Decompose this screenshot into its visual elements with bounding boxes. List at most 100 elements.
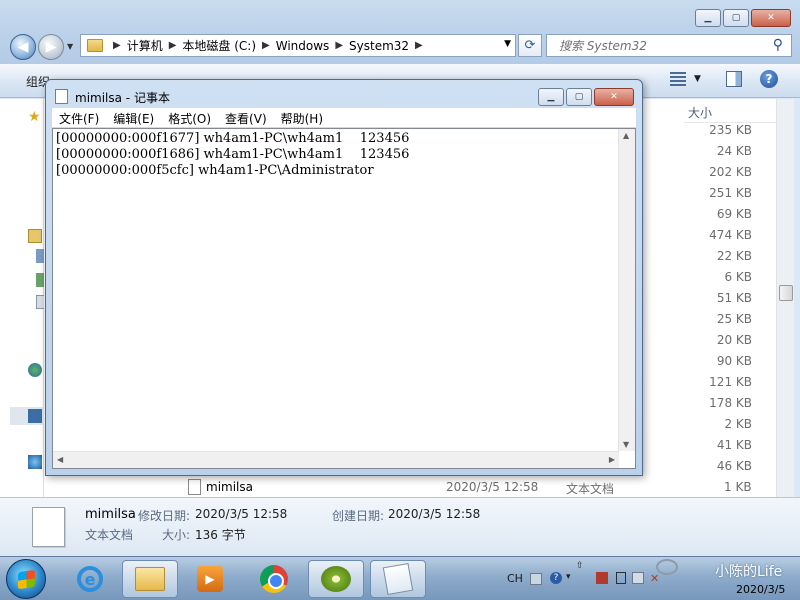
start-button[interactable] xyxy=(6,559,46,599)
taskbar-ie[interactable]: e xyxy=(62,560,118,598)
minimize-button[interactable]: ▁ xyxy=(538,88,564,106)
view-options-icon[interactable] xyxy=(670,72,686,86)
favorites-star-icon[interactable]: ★ xyxy=(28,109,42,125)
maximize-button[interactable]: ▢ xyxy=(566,88,592,106)
notepad-window: mimilsa - 记事本 ▁ ▢ ✕ 文件(F) 编辑(E) 格式(O) 查看… xyxy=(45,79,643,476)
scroll-left-icon[interactable]: ◀ xyxy=(57,455,63,464)
clock-date[interactable]: 2020/3/5 xyxy=(736,583,785,596)
refresh-button[interactable]: ⟳ xyxy=(518,34,542,57)
file-size: 1 KB xyxy=(724,480,752,494)
scroll-right-icon[interactable]: ▶ xyxy=(609,455,615,464)
tray-arrow-icon[interactable]: ▾ xyxy=(566,572,578,584)
breadcrumb-windows[interactable]: Windows xyxy=(276,39,330,53)
size-cell: 69 KB xyxy=(716,207,752,221)
help-icon[interactable]: ? xyxy=(550,572,562,584)
chevron-down-icon[interactable]: ▼ xyxy=(694,74,701,84)
notepad-content[interactable]: [00000000:000f1677] wh4am1-PC\wh4am1 123… xyxy=(56,131,409,179)
action-center-icon[interactable] xyxy=(596,572,608,584)
navigation-pane: ★ xyxy=(0,99,50,497)
vertical-scrollbar[interactable] xyxy=(776,99,794,497)
network-icon[interactable] xyxy=(632,572,644,584)
size-cell: 51 KB xyxy=(716,291,752,305)
maximize-button[interactable]: ▢ xyxy=(723,9,749,27)
size-cell: 251 KB xyxy=(709,186,752,200)
scroll-up-icon[interactable]: ▲ xyxy=(623,131,629,140)
menu-help[interactable]: 帮助(H) xyxy=(274,108,330,127)
close-button[interactable]: ✕ xyxy=(594,88,634,106)
menu-edit[interactable]: 编辑(E) xyxy=(106,108,161,127)
close-button[interactable]: ✕ xyxy=(751,9,791,27)
library-icon[interactable] xyxy=(28,229,42,243)
language-indicator[interactable]: CH xyxy=(507,572,523,585)
keyboard-icon[interactable] xyxy=(530,573,542,585)
taskbar: e ▶ CH ? ▾ ⇧ ✕ 小陈的Life 2020/3/5 xyxy=(0,556,800,600)
folder-icon xyxy=(135,567,165,591)
internet-explorer-icon: e xyxy=(77,566,103,592)
computer-icon[interactable] xyxy=(28,409,42,423)
size-cell: 121 KB xyxy=(709,375,752,389)
size-cell: 24 KB xyxy=(716,144,752,158)
forward-button[interactable]: ▶ xyxy=(38,34,64,60)
scroll-down-icon[interactable]: ▼ xyxy=(623,440,629,449)
taskbar-chrome[interactable] xyxy=(246,560,302,598)
size-cell: 20 KB xyxy=(716,333,752,347)
notepad-horizontal-scrollbar[interactable]: ◀ ▶ xyxy=(53,451,619,468)
breadcrumb-computer[interactable]: 计算机 xyxy=(127,37,163,54)
preview-pane-icon[interactable] xyxy=(726,71,742,87)
details-file-name: mimilsa xyxy=(85,507,136,522)
search-placeholder: 搜索 System32 xyxy=(559,39,647,53)
battery-icon[interactable] xyxy=(616,572,626,584)
search-input[interactable]: 搜索 System32 ⚲ xyxy=(546,34,792,57)
size-cell: 46 KB xyxy=(716,459,752,473)
chevron-right-icon[interactable]: ▶ xyxy=(262,40,270,51)
notepad-title: mimilsa - 记事本 xyxy=(75,91,170,105)
recent-pages-dropdown-icon[interactable]: ▼ xyxy=(67,42,73,51)
chevron-right-icon[interactable]: ▶ xyxy=(169,40,177,51)
menu-format[interactable]: 格式(O) xyxy=(161,108,218,127)
back-button[interactable]: ◀ xyxy=(10,34,36,60)
network-icon[interactable] xyxy=(28,455,42,469)
breadcrumb-system32[interactable]: System32 xyxy=(349,39,409,53)
text-file-icon xyxy=(188,479,201,495)
chevron-down-icon[interactable]: ▼ xyxy=(504,39,511,49)
text-line: [00000000:000f1677] wh4am1-PC\wh4am1 123… xyxy=(56,131,410,146)
size-cell: 178 KB xyxy=(709,396,752,410)
input-options-icon[interactable]: ⇧ xyxy=(576,561,588,573)
clock-time[interactable]: 小陈的Life xyxy=(715,561,782,581)
notepad-icon xyxy=(382,562,414,596)
notepad-vertical-scrollbar[interactable]: ▲ ▼ xyxy=(618,129,635,451)
chrome-icon xyxy=(260,565,288,593)
folder-icon xyxy=(87,39,103,52)
chevron-right-icon[interactable]: ▶ xyxy=(415,40,423,51)
notepad-text-area[interactable]: [00000000:000f1677] wh4am1-PC\wh4am1 123… xyxy=(52,128,636,469)
details-modified-label: 修改日期: xyxy=(138,509,191,523)
menu-view[interactable]: 查看(V) xyxy=(218,108,274,127)
chevron-right-icon[interactable]: ▶ xyxy=(113,40,121,51)
kiwi-icon xyxy=(321,566,351,592)
minimize-button[interactable]: ▁ xyxy=(695,9,721,27)
breadcrumb-local-disk[interactable]: 本地磁盘 (C:) xyxy=(182,37,256,54)
taskbar-explorer[interactable] xyxy=(122,560,178,598)
text-line: [00000000:000f1686] wh4am1-PC\wh4am1 123… xyxy=(56,147,410,162)
file-name: mimilsa xyxy=(206,480,253,494)
chevron-right-icon[interactable]: ▶ xyxy=(335,40,343,51)
homegroup-icon[interactable] xyxy=(28,363,42,377)
text-line: [00000000:000f5cfc] wh4am1-PC\Administra… xyxy=(56,163,374,178)
file-row-mimilsa[interactable]: mimilsa 2020/3/5 12:58 文本文档 1 KB xyxy=(184,478,758,497)
explorer-window-controls: ▁ ▢ ✕ xyxy=(693,9,791,27)
file-type: 文本文档 xyxy=(566,482,615,496)
windows-logo-icon xyxy=(18,569,35,590)
details-created-label: 创建日期: xyxy=(332,509,385,523)
scrollbar-thumb[interactable] xyxy=(779,285,793,301)
volume-muted-icon[interactable]: ✕ xyxy=(650,572,662,585)
size-cell: 22 KB xyxy=(716,249,752,263)
size-cell: 235 KB xyxy=(709,123,752,137)
help-icon[interactable]: ? xyxy=(760,70,778,88)
address-bar[interactable]: ▶ 计算机 ▶ 本地磁盘 (C:) ▶ Windows ▶ System32 ▶… xyxy=(80,34,516,57)
taskbar-notepad[interactable] xyxy=(370,560,426,598)
taskbar-media[interactable]: ▶ xyxy=(182,560,238,598)
taskbar-kiwi[interactable] xyxy=(308,560,364,598)
menu-file[interactable]: 文件(F) xyxy=(52,108,106,127)
notepad-icon xyxy=(55,89,68,104)
search-icon[interactable]: ⚲ xyxy=(773,37,783,53)
